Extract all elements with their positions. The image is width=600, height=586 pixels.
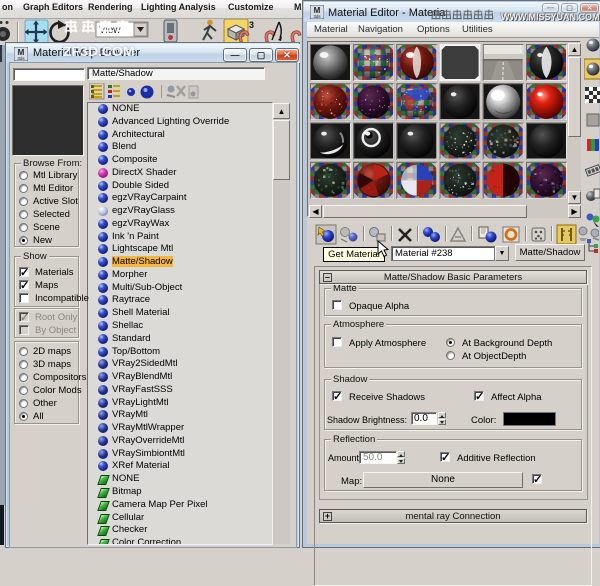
- svg-text:3: 3: [249, 20, 254, 30]
- svg-text:3ds: 3ds: [17, 56, 25, 61]
- svg-text:3ds: 3ds: [313, 14, 321, 19]
